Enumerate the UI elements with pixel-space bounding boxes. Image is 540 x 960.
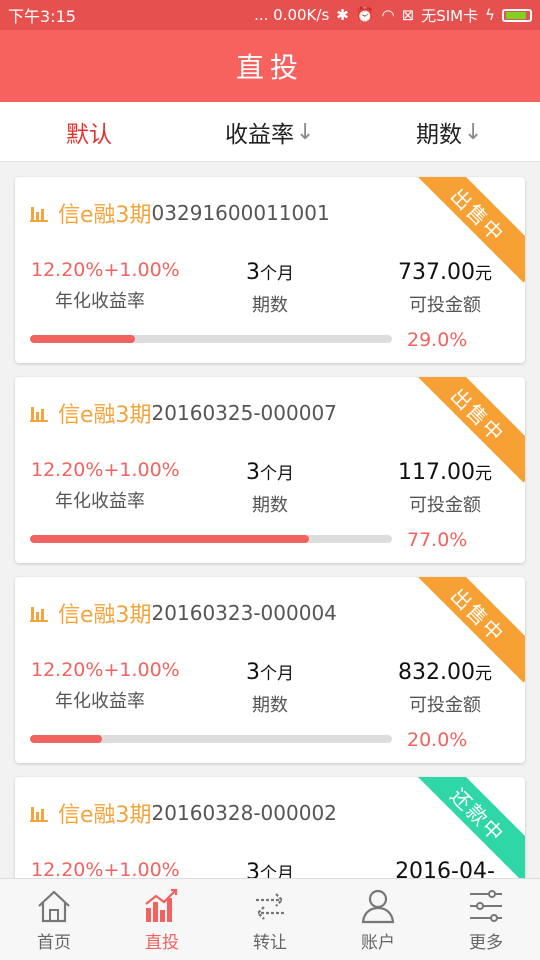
transfer-icon [256,893,284,920]
bar-chart-icon [30,407,48,422]
available-amount: 832.00 [398,660,475,685]
bottom-tab-bar: 首页 直投 转让 账户 更多 [0,878,540,960]
period-unit: 个月 [260,464,294,484]
product-code: 20160328-000002 [151,801,337,825]
period-label: 期数 [252,695,288,716]
home-icon [38,890,70,923]
product-name: 信e融3期 [58,403,152,428]
product-code: 20160323-000004 [151,601,337,625]
network-speed: ... 0.00K/s [254,6,330,24]
arrow-down-icon: ↓ [296,119,315,145]
bluetooth-icon: ✱ [336,6,349,24]
sort-by-rate[interactable]: 收益率 ↓ [225,102,314,162]
annual-rate: 12.20%+1.00% [31,659,180,681]
period-value: 3 [246,660,260,685]
period-value: 3 [246,260,260,285]
period-label: 期数 [252,295,288,316]
tab-invest-label: 直投 [145,933,179,953]
available-amount-label: 可投金额 [409,495,481,516]
annual-rate: 12.20%+1.00% [31,259,180,281]
charging-icon: ϟ [485,6,495,24]
sale-progress-bar [30,335,392,343]
available-amount: 117.00 [398,460,475,485]
product-card[interactable]: 出售中 信e融3期 20160325-000007 12.20%+1.00% 年… [15,377,525,563]
annual-rate-label: 年化收益率 [55,291,145,312]
bar-chart-icon [30,807,48,822]
amount-unit: 元 [474,464,492,484]
tab-transfer[interactable]: 转让 [216,879,324,960]
available-amount-label: 可投金额 [409,695,481,716]
product-code: 20160325-000007 [151,401,337,425]
more-icon [470,890,502,922]
sort-rate-label: 收益率 [225,122,294,148]
bar-chart-icon [30,607,48,622]
product-code: 03291600011001 [151,201,330,225]
repayment-date: 2016-04-28 [395,859,495,878]
progress-fill [30,335,135,343]
amount-unit: 元 [474,664,492,684]
sale-progress-text: 77.0% [407,529,468,551]
user-icon [361,889,395,924]
progress-fill [30,735,103,743]
period-value: 3 [246,860,260,878]
status-bar: 下午3:15 ... 0.00K/s ✱ ⏰ ◠ ⊠ 无SIM卡 ϟ [0,0,540,30]
arrow-down-icon: ↓ [464,119,483,145]
sort-default-label: 默认 [66,122,112,148]
tab-home-label: 首页 [37,933,71,953]
sale-progress-text: 20.0% [407,729,468,751]
sort-default[interactable]: 默认 [66,102,112,162]
annual-rate: 12.20%+1.00% [31,859,180,878]
battery-icon [502,8,532,22]
period-label: 期数 [252,495,288,516]
available-amount: 737.00 [398,260,475,285]
sale-progress-bar [30,535,392,543]
amount-unit: 元 [474,264,492,284]
product-card[interactable]: 还款中 信e融3期 20160328-000002 12.20%+1.00% 3… [15,777,525,878]
product-card[interactable]: 出售中 信e融3期 03291600011001 12.20%+1.00% 年化… [15,177,525,363]
available-amount-label: 可投金额 [409,295,481,316]
sale-progress-text: 29.0% [407,329,468,351]
sim-icon: ⊠ [401,6,415,24]
product-name: 信e融3期 [58,203,152,228]
sim-status: 无SIM卡 [421,6,479,25]
tab-more[interactable]: 更多 [432,879,540,960]
annual-rate: 12.20%+1.00% [31,459,180,481]
bar-chart-icon [145,888,178,922]
tab-home[interactable]: 首页 [0,879,108,960]
progress-fill [30,535,309,543]
period-value: 3 [246,460,260,485]
page-title: 直投 [235,51,304,84]
annual-rate-label: 年化收益率 [55,691,145,712]
sale-progress-bar [30,735,392,743]
period-unit: 个月 [260,664,294,684]
tab-transfer-label: 转让 [253,933,287,953]
product-name: 信e融3期 [58,603,152,628]
tab-account-label: 账户 [361,933,395,953]
period-unit: 个月 [260,264,294,284]
page-title-bar: 直投 [0,30,540,102]
annual-rate-label: 年化收益率 [55,491,145,512]
alarm-icon: ⏰ [355,6,375,24]
tab-invest[interactable]: 直投 [108,879,216,960]
status-time: 下午3:15 [8,7,76,26]
product-name: 信e融3期 [58,803,152,828]
sort-by-period[interactable]: 期数 ↓ [416,102,482,162]
bar-chart-icon [30,207,48,222]
product-list: 出售中 信e融3期 03291600011001 12.20%+1.00% 年化… [0,162,540,878]
period-unit: 个月 [260,864,294,878]
sort-bar: 默认 收益率 ↓ 期数 ↓ [0,102,540,162]
sort-period-label: 期数 [416,122,462,148]
tab-account[interactable]: 账户 [324,879,432,960]
wifi-icon: ◠ [381,6,395,24]
product-card[interactable]: 出售中 信e融3期 20160323-000004 12.20%+1.00% 年… [15,577,525,763]
tab-more-label: 更多 [469,933,503,953]
